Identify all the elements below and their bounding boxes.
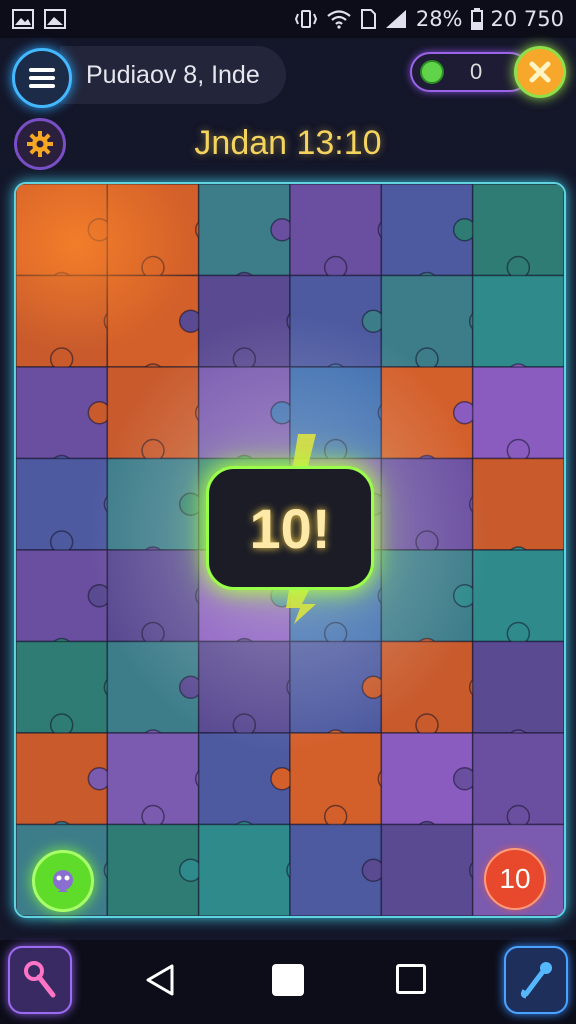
score-value: 0 (470, 59, 483, 84)
title-pill: Pudiaov 8, Inde (60, 46, 286, 104)
vibrate-icon (294, 9, 318, 29)
close-button[interactable] (514, 46, 566, 98)
moves-value: 10 (499, 863, 531, 894)
recent-apps-button[interactable] (396, 964, 426, 994)
key-tool-button[interactable] (8, 946, 72, 1014)
puzzle-piece[interactable] (471, 274, 564, 368)
puzzle-piece[interactable] (471, 640, 564, 734)
settings-button[interactable] (14, 118, 66, 170)
page-title: Pudiaov 8, Inde (86, 60, 260, 89)
brush-tool-button[interactable] (504, 946, 568, 1014)
sim-icon (360, 9, 376, 29)
hamburger-menu-icon (29, 67, 55, 89)
battery-percentage: 28% (415, 7, 463, 31)
hint-icon (48, 866, 78, 896)
back-button[interactable] (142, 962, 178, 998)
score-popup: 10! (206, 466, 374, 590)
gallery-icon (44, 9, 66, 29)
score-popup-text: 10! (249, 496, 331, 560)
menu-button[interactable] (12, 48, 72, 108)
score-counter: 0 (410, 52, 530, 92)
moves-counter[interactable]: 10 (484, 848, 546, 910)
puzzle-piece[interactable] (197, 823, 291, 917)
wifi-icon (326, 9, 352, 29)
brush-icon (518, 960, 554, 1000)
coin-icon (420, 60, 444, 84)
clock: 20 750 (490, 7, 564, 31)
hint-button[interactable] (32, 850, 94, 912)
puzzle-piece[interactable] (380, 823, 474, 917)
home-button[interactable] (272, 964, 304, 996)
level-title: Jndan 13:10 (194, 124, 382, 162)
game-header: Pudiaov 8, Inde 0 (0, 38, 576, 110)
signal-icon (384, 9, 408, 29)
gear-icon (26, 130, 54, 158)
image-icon (12, 9, 34, 29)
close-icon (528, 60, 552, 84)
key-icon (22, 960, 58, 1000)
status-bar: 28% 20 750 (0, 0, 576, 38)
navigation-bar (0, 940, 576, 1024)
battery-icon (470, 8, 483, 30)
back-icon (142, 962, 178, 998)
